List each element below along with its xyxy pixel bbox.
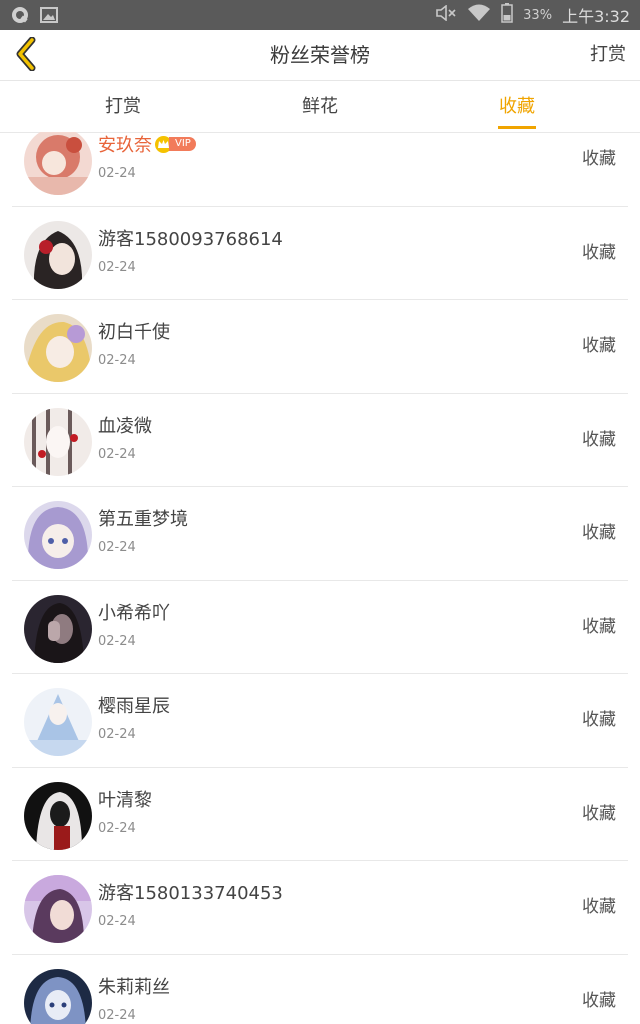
app-header: 粉丝荣誉榜 打赏: [0, 30, 640, 81]
fan-name: 游客1580093768614: [98, 228, 283, 250]
action-label: 收藏: [582, 616, 616, 637]
fan-date: 02-24: [98, 353, 136, 368]
fan-date: 02-24: [98, 914, 136, 929]
fan-name: 血凌微: [98, 415, 152, 437]
fan-name: 叶清黎: [98, 789, 152, 811]
fan-date: 02-24: [98, 540, 136, 555]
fan-name: 小希希吖: [98, 602, 170, 624]
clock: 上午3:32: [562, 7, 630, 26]
status-bar-right: 33% 上午3:32: [435, 0, 630, 30]
list-item[interactable]: 游客1580093768614 02-24 收藏: [0, 207, 640, 300]
avatar: [24, 501, 92, 569]
action-label: 收藏: [582, 803, 616, 824]
fan-name: 初白千使: [98, 322, 170, 343]
action-label: 收藏: [582, 990, 616, 1011]
fan-date: 02-24: [98, 446, 136, 462]
name-line: 小希希吖: [98, 599, 170, 625]
avatar: [24, 594, 92, 663]
tab-favorites[interactable]: 收藏: [457, 81, 577, 132]
fan-list[interactable]: 安玖奈 VIP 02-24 收藏 游客1580093768614 02-24 收…: [0, 132, 640, 1024]
action-label: 收藏: [582, 149, 616, 169]
name-line: 朱莉莉丝: [98, 973, 170, 999]
name-line: 樱雨星辰: [98, 692, 170, 718]
vip-badge: VIP: [155, 135, 196, 153]
fan-date: 02-24: [98, 633, 136, 649]
action-label: 收藏: [582, 523, 616, 543]
avatar: [24, 781, 92, 850]
image-icon: [40, 7, 58, 27]
avatar: [24, 688, 92, 756]
fan-date: 02-24: [98, 820, 136, 836]
fan-name: 第五重梦境: [98, 509, 188, 530]
tab-bar: 打赏 鲜花 收藏: [0, 81, 640, 133]
avatar: [24, 132, 92, 195]
list-item[interactable]: 小希希吖 02-24 收藏: [0, 581, 640, 674]
active-tab-indicator: [498, 126, 536, 129]
avatar: [24, 220, 92, 289]
fan-date: 02-24: [98, 1007, 136, 1023]
avatar: [24, 875, 92, 943]
name-line: 安玖奈 VIP: [98, 132, 196, 157]
list-item[interactable]: 朱莉莉丝 02-24 收藏: [0, 955, 640, 1024]
tab-label: 收藏: [499, 96, 535, 117]
tab-label: 鲜花: [302, 96, 338, 117]
reward-button[interactable]: 打赏: [590, 30, 626, 80]
list-item[interactable]: 游客1580133740453 02-24 收藏: [0, 861, 640, 955]
tab-flowers[interactable]: 鲜花: [260, 81, 380, 132]
name-line: 游客1580093768614: [98, 225, 283, 251]
page-title: 粉丝荣誉榜: [270, 43, 370, 67]
name-line: 第五重梦境: [98, 505, 188, 531]
fan-name: 安玖奈: [98, 135, 152, 156]
fan-date: 02-24: [98, 259, 136, 275]
action-label: 收藏: [582, 336, 616, 356]
list-item[interactable]: 叶清黎 02-24 收藏: [0, 768, 640, 861]
avatar: [24, 407, 92, 476]
fan-date: 02-24: [98, 727, 136, 742]
action-label: 收藏: [582, 429, 616, 450]
battery-icon: [501, 3, 513, 27]
list-item[interactable]: 初白千使 02-24 收藏: [0, 300, 640, 394]
list-item[interactable]: 第五重梦境 02-24 收藏: [0, 487, 640, 581]
wifi-icon: [467, 4, 491, 26]
status-bar: 33% 上午3:32: [0, 0, 640, 30]
list-item[interactable]: 樱雨星辰 02-24 收藏: [0, 674, 640, 768]
tab-label: 打赏: [105, 96, 141, 117]
tab-reward[interactable]: 打赏: [63, 81, 183, 132]
avatar: [24, 314, 92, 382]
list-item[interactable]: 血凌微 02-24 收藏: [0, 394, 640, 487]
vip-label: VIP: [169, 137, 196, 151]
name-line: 叶清黎: [98, 786, 152, 812]
name-line: 血凌微: [98, 412, 152, 438]
list-item[interactable]: 安玖奈 VIP 02-24 收藏: [0, 132, 640, 207]
name-line: 游客1580133740453: [98, 879, 283, 905]
status-bar-left: [10, 5, 58, 29]
fan-name: 樱雨星辰: [98, 696, 170, 717]
action-label: 收藏: [582, 897, 616, 917]
action-label: 收藏: [582, 710, 616, 730]
action-label: 收藏: [582, 242, 616, 263]
name-line: 初白千使: [98, 318, 170, 344]
avatar: [24, 968, 92, 1024]
fan-name: 游客1580133740453: [98, 883, 283, 904]
mute-icon: [435, 4, 457, 25]
fan-date: 02-24: [98, 166, 136, 181]
battery-level: 33%: [523, 7, 553, 23]
fan-name: 朱莉莉丝: [98, 976, 170, 998]
app-icon: [10, 5, 30, 29]
